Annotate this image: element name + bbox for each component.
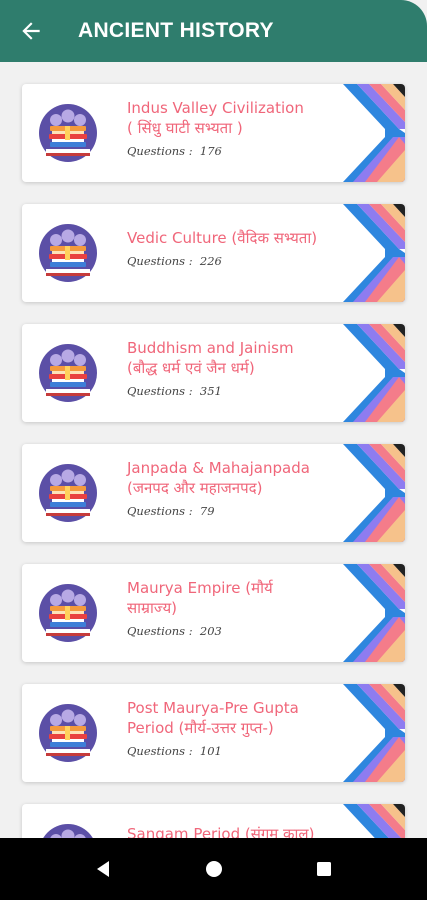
chevron-stripes-icon — [343, 564, 405, 662]
topic-title: Maurya Empire (मौर्य — [127, 579, 273, 597]
topic-card[interactable]: Sangam Period (संगम काल) — [22, 804, 405, 838]
page-title: ANCIENT HISTORY — [78, 19, 274, 42]
topic-text: Maurya Empire (मौर्य साम्राज्य) Question… — [127, 578, 327, 638]
books-emblem-icon — [39, 704, 97, 762]
topic-title: Janpada & Mahajanpada — [127, 459, 310, 477]
question-count: 203 — [199, 624, 222, 638]
chevron-stripes-icon — [343, 324, 405, 422]
questions-row: Questions : 203 — [127, 624, 327, 638]
questions-label: Questions : — [127, 384, 193, 398]
topic-subtitle: (जनपद और महाजनपद) — [127, 479, 263, 497]
chevron-stripes-icon — [343, 684, 405, 782]
questions-label: Questions : — [127, 254, 193, 268]
topic-subtitle: ( सिंधु घाटी सभ्यता ) — [127, 119, 243, 137]
topic-title: Indus Valley Civilization — [127, 99, 304, 117]
topic-text: Janpada & Mahajanpada (जनपद और महाजनपद) … — [127, 458, 327, 518]
chevron-stripes-icon — [343, 84, 405, 182]
topic-text: Vedic Culture (वैदिक सभ्यता) Questions :… — [127, 228, 327, 268]
books-emblem-icon — [39, 824, 97, 838]
topic-subtitle: Period (मौर्य-उत्तर गुप्त-) — [127, 719, 274, 737]
chevron-stripes-icon — [343, 804, 405, 838]
topic-card[interactable]: Indus Valley Civilization ( सिंधु घाटी स… — [22, 84, 405, 182]
topic-card[interactable]: Janpada & Mahajanpada (जनपद और महाजनपद) … — [22, 444, 405, 542]
topic-subtitle: साम्राज्य) — [127, 599, 178, 617]
topic-list: Indus Valley Civilization ( सिंधु घाटी स… — [0, 62, 427, 838]
topic-card[interactable]: Maurya Empire (मौर्य साम्राज्य) Question… — [22, 564, 405, 662]
books-emblem-icon — [39, 224, 97, 282]
questions-label: Questions : — [127, 144, 193, 158]
topic-text: Post Maurya-Pre Gupta Period (मौर्य-उत्त… — [127, 698, 327, 758]
books-emblem-icon — [39, 344, 97, 402]
chevron-stripes-icon — [343, 204, 405, 302]
chevron-stripes-icon — [343, 444, 405, 542]
topic-subtitle: (बौद्ध धर्म एवं जैन धर्म) — [127, 359, 255, 377]
questions-label: Questions : — [127, 744, 193, 758]
books-emblem-icon — [39, 464, 97, 522]
topic-card[interactable]: Vedic Culture (वैदिक सभ्यता) Questions :… — [22, 204, 405, 302]
topic-text: Indus Valley Civilization ( सिंधु घाटी स… — [127, 98, 327, 158]
triangle-back-icon[interactable] — [94, 860, 112, 878]
question-count: 79 — [199, 504, 215, 518]
circle-home-icon[interactable] — [205, 860, 223, 878]
questions-row: Questions : 176 — [127, 144, 327, 158]
app-bar: ANCIENT HISTORY — [0, 0, 427, 62]
questions-row: Questions : 79 — [127, 504, 327, 518]
topic-text: Sangam Period (संगम काल) — [127, 824, 327, 838]
topic-title: Sangam Period (संगम काल) — [127, 825, 315, 838]
topic-title: Buddhism and Jainism — [127, 339, 294, 357]
questions-row: Questions : 226 — [127, 254, 327, 268]
topic-text: Buddhism and Jainism (बौद्ध धर्म एवं जैन… — [127, 338, 327, 398]
square-recents-icon[interactable] — [315, 860, 333, 878]
questions-label: Questions : — [127, 504, 193, 518]
topic-card[interactable]: Buddhism and Jainism (बौद्ध धर्म एवं जैन… — [22, 324, 405, 422]
books-emblem-icon — [39, 104, 97, 162]
questions-label: Questions : — [127, 624, 193, 638]
books-emblem-icon — [39, 584, 97, 642]
questions-row: Questions : 351 — [127, 384, 327, 398]
topic-title: Vedic Culture (वैदिक सभ्यता) — [127, 229, 318, 247]
topic-title: Post Maurya-Pre Gupta — [127, 699, 299, 717]
arrow-left-icon[interactable] — [18, 18, 44, 44]
question-count: 176 — [199, 144, 222, 158]
topic-card[interactable]: Post Maurya-Pre Gupta Period (मौर्य-उत्त… — [22, 684, 405, 782]
question-count: 226 — [199, 254, 222, 268]
question-count: 351 — [199, 384, 222, 398]
questions-row: Questions : 101 — [127, 744, 327, 758]
question-count: 101 — [199, 744, 222, 758]
system-nav-bar — [0, 838, 427, 900]
